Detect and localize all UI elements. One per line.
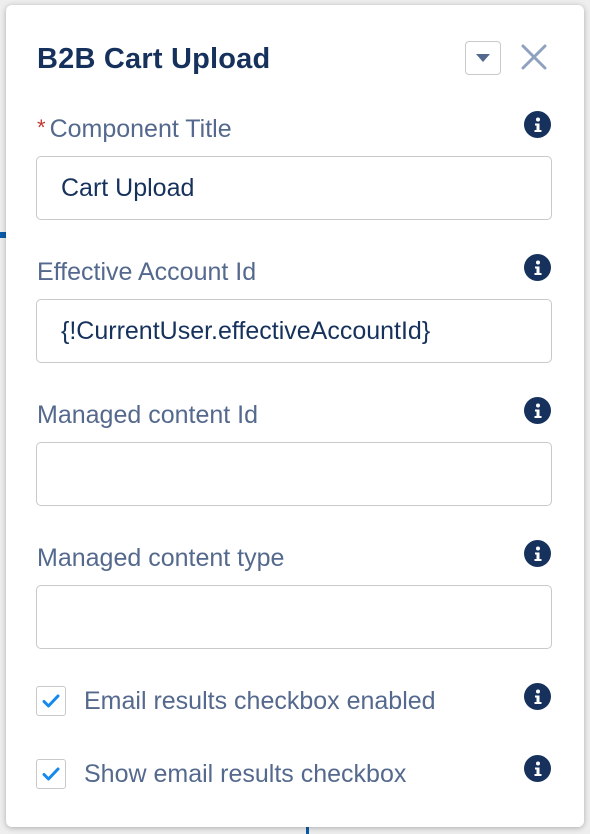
show-email-results-label: Show email results checkbox [84,759,407,788]
managed-content-id-label: Managed content Id [37,401,258,429]
effective-account-id-label: Effective Account Id [37,258,257,286]
panel-menu-button[interactable] [465,41,501,75]
info-icon[interactable] [524,683,551,710]
component-title-label: * Component Title [37,115,232,144]
email-results-enabled-label: Email results checkbox enabled [84,686,436,715]
checkmark-icon [42,694,60,708]
managed-content-id-input[interactable] [36,442,552,506]
managed-content-type-label: Managed content type [37,544,285,572]
component-title-input[interactable] [36,156,552,220]
chevron-down-icon [475,53,491,63]
close-icon [521,44,547,75]
email-results-enabled-checkbox[interactable] [36,686,66,716]
checkmark-icon [42,767,60,781]
show-email-results-checkbox[interactable] [36,759,66,789]
effective-account-id-input[interactable] [36,299,552,363]
info-icon[interactable] [524,111,551,138]
managed-content-type-input[interactable] [36,585,552,649]
property-panel: B2B Cart Upload *Component Title Effecti… [6,5,584,827]
close-button[interactable] [516,43,552,75]
component-title-label-text: Component Title [49,115,232,143]
panel-title: B2B Cart Upload [37,43,271,75]
info-icon[interactable] [524,755,551,782]
email-results-enabled-row[interactable]: Email results checkbox enabled [36,686,436,716]
info-icon[interactable] [524,540,551,567]
show-email-results-row[interactable]: Show email results checkbox [36,759,406,789]
info-icon[interactable] [524,397,551,424]
required-marker: * [37,115,46,140]
info-icon[interactable] [524,254,551,281]
